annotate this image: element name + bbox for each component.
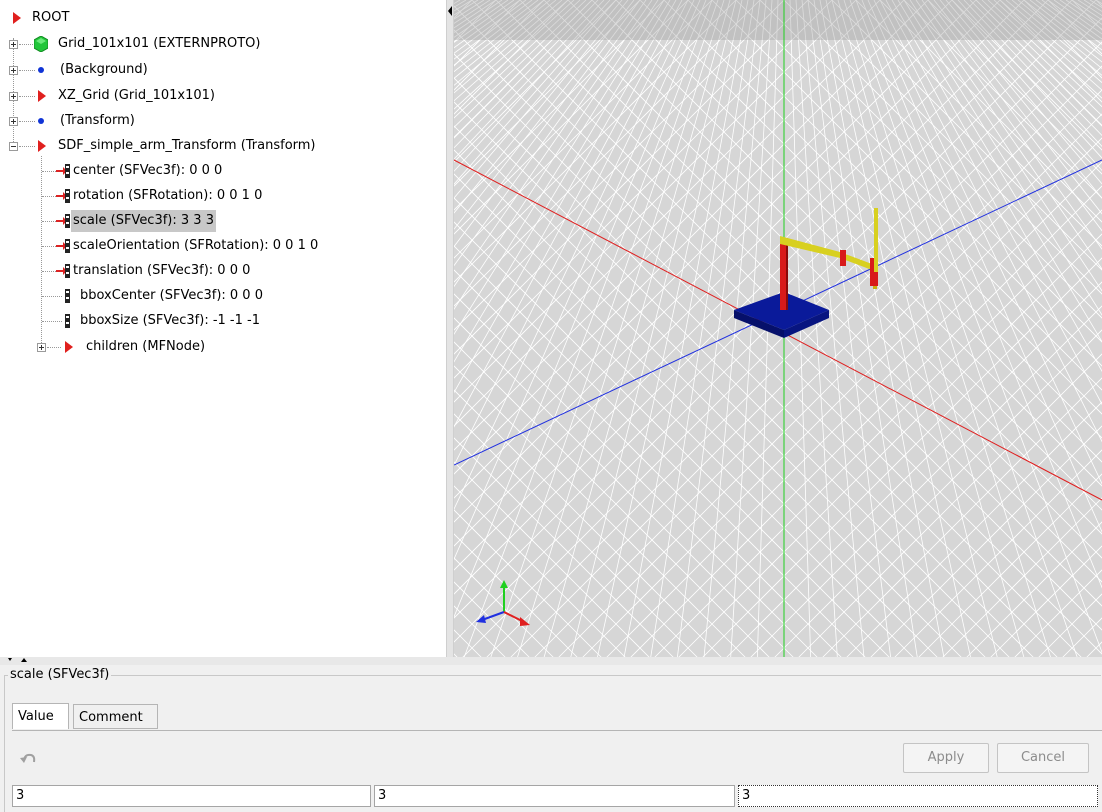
tree-node-background[interactable]: (Background): [0, 59, 446, 81]
horizontal-splitter[interactable]: [0, 657, 1102, 665]
tree-node-label: scale (SFVec3f): 3 3 3: [71, 210, 216, 232]
tree-node-label: translation (SFVec3f): 0 0 0: [73, 263, 251, 278]
tree-field-children[interactable]: children (MFNode): [0, 336, 446, 358]
tree-node-label: scaleOrientation (SFRotation): 0 0 1 0: [73, 238, 319, 253]
tree-field-bbox-center[interactable]: bboxCenter (SFVec3f): 0 0 0: [0, 285, 446, 307]
collapse-arrow-icon[interactable]: [447, 6, 453, 16]
tree-node-label: rotation (SFRotation): 0 0 1 0: [73, 188, 263, 203]
tree-node-label: SDF_simple_arm_Transform (Transform): [58, 138, 316, 153]
expand-icon[interactable]: [9, 40, 18, 49]
tree-field-scale-orientation[interactable]: scaleOrientation (SFRotation): 0 0 1 0: [0, 235, 446, 257]
tree-node-label: Grid_101x101 (EXTERNPROTO): [58, 36, 261, 51]
tree-node-root[interactable]: ROOT: [0, 7, 446, 29]
collapse-arrow-icon[interactable]: [6, 658, 30, 664]
green-hexagon-icon: [34, 36, 48, 52]
scene-tree-panel: ROOT Grid_101x101 (EXTERNPROTO) (Backgro…: [0, 0, 446, 657]
tree-field-scale[interactable]: scale (SFVec3f): 3 3 3: [0, 210, 446, 232]
blue-dot-icon: [38, 67, 44, 73]
tab-comment[interactable]: Comment: [73, 704, 158, 729]
tree-node-label: (Transform): [60, 113, 135, 128]
tree-node-transform[interactable]: (Transform): [0, 110, 446, 132]
tab-value[interactable]: Value: [12, 703, 69, 729]
tree-field-translation[interactable]: translation (SFVec3f): 0 0 0: [0, 260, 446, 282]
expand-icon[interactable]: [37, 343, 46, 352]
apply-button[interactable]: Apply: [903, 743, 989, 773]
vertical-splitter[interactable]: [446, 0, 454, 657]
red-triangle-icon: [38, 140, 46, 152]
undo-icon[interactable]: [20, 752, 38, 768]
scene-canvas[interactable]: [454, 0, 1102, 657]
initialize-only-field-icon: [65, 314, 70, 328]
collapse-icon[interactable]: [9, 142, 18, 151]
tree-node-label: (Background): [60, 62, 148, 77]
tree-node-label: children (MFNode): [86, 339, 206, 354]
expand-icon[interactable]: [9, 66, 18, 75]
red-triangle-icon: [38, 90, 46, 102]
expand-icon[interactable]: [9, 92, 18, 101]
value-field-z[interactable]: 3: [738, 785, 1098, 807]
tree-field-bbox-size[interactable]: bboxSize (SFVec3f): -1 -1 -1: [0, 310, 446, 332]
tree-field-center[interactable]: center (SFVec3f): 0 0 0: [0, 160, 446, 182]
tree-node-grid-externproto[interactable]: Grid_101x101 (EXTERNPROTO): [0, 33, 446, 55]
tree-node-label: bboxSize (SFVec3f): -1 -1 -1: [80, 313, 260, 328]
value-field-x[interactable]: 3: [12, 785, 371, 807]
red-triangle-icon: [13, 12, 21, 24]
tree-node-xz-grid[interactable]: XZ_Grid (Grid_101x101): [0, 85, 446, 107]
field-editor-title: scale (SFVec3f): [8, 667, 112, 682]
tree-node-label: center (SFVec3f): 0 0 0: [73, 163, 223, 178]
3d-viewport[interactable]: [454, 0, 1102, 657]
tree-node-label: bboxCenter (SFVec3f): 0 0 0: [80, 288, 263, 303]
tree-node-label: XZ_Grid (Grid_101x101): [58, 88, 215, 103]
tree-field-rotation[interactable]: rotation (SFRotation): 0 0 1 0: [0, 185, 446, 207]
tree-node-sdf-simple-arm-transform[interactable]: SDF_simple_arm_Transform (Transform): [0, 135, 446, 157]
cancel-button[interactable]: Cancel: [997, 743, 1089, 773]
value-field-y[interactable]: 3: [374, 785, 735, 807]
red-triangle-icon: [65, 341, 73, 353]
initialize-only-field-icon: [65, 289, 70, 303]
tree-node-label: ROOT: [32, 10, 70, 25]
blue-dot-icon: [38, 118, 44, 124]
expand-icon[interactable]: [9, 117, 18, 126]
